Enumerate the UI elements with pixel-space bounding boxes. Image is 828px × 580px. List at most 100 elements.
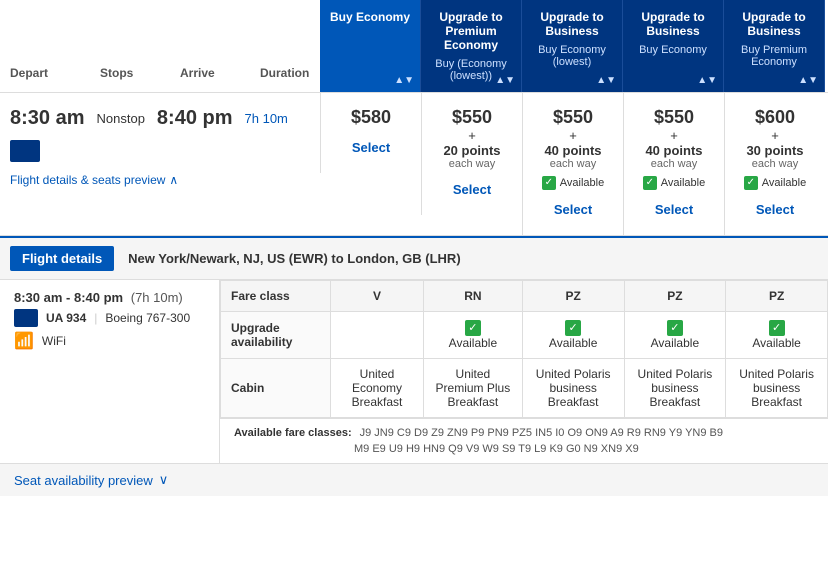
avail-fare-label: Available fare classes:	[234, 427, 352, 439]
price-cell-0: $580 Select	[320, 93, 421, 173]
avail-label-pz3: Available	[752, 336, 800, 350]
price-plus-3: +	[632, 128, 716, 143]
select-button-4[interactable]: Select	[748, 198, 802, 221]
price-each-3: each way	[632, 158, 716, 170]
seat-preview-label: Seat availability preview	[14, 473, 153, 488]
fare-class-pz1: PZ	[522, 281, 624, 312]
details-grid: Fare class V RN PZ PZ PZ Upgrade availab…	[220, 280, 828, 463]
select-button-2[interactable]: Select	[546, 198, 600, 221]
sort-arrow-1[interactable]: ▲▼	[394, 75, 414, 86]
upgrade-avail-pz1: ✓ Available	[522, 312, 624, 359]
sort-arrow-4[interactable]: ▲▼	[697, 75, 717, 86]
price-points-3: 40 points	[632, 143, 716, 158]
upgrade-avail-pz3: ✓ Available	[726, 312, 828, 359]
price-each-1: each way	[430, 158, 514, 170]
flight-details-section: Flight details New York/Newark, NJ, US (…	[0, 236, 828, 496]
avail-row-3: ✓ Available	[632, 176, 716, 190]
price-points-1: 20 points	[430, 143, 514, 158]
flight-times: 8:30 am Nonstop 8:40 pm 7h 10m	[10, 107, 310, 130]
check-green-pz3: ✓	[769, 320, 785, 336]
cabin-pz3: United Polaris business Breakfast	[726, 359, 828, 418]
seat-preview-bar[interactable]: Seat availability preview ∨	[0, 463, 828, 496]
select-button-1[interactable]: Select	[445, 178, 499, 201]
col-header-upgrade-biz-1: Upgrade to Business Buy Economy (lowest)…	[522, 0, 623, 92]
price-main-1: $550	[430, 107, 514, 128]
price-each-2: each way	[531, 158, 615, 170]
avail-text-2: Available	[560, 177, 604, 189]
wifi-label: WiFi	[42, 334, 66, 348]
stops-col-label: Stops	[100, 66, 180, 80]
upgrade-avail-rn: ✓ Available	[424, 312, 523, 359]
cabin-rn: United Premium Plus Breakfast	[424, 359, 523, 418]
price-plus-2: +	[531, 128, 615, 143]
select-button-0[interactable]: Select	[344, 136, 398, 159]
upgrade-avail-row: Upgrade availability ✓ Available ✓ Avail…	[221, 312, 828, 359]
check-green-pz1: ✓	[565, 320, 581, 336]
avail-label-rn: Available	[449, 336, 497, 350]
fare-class-pz2: PZ	[624, 281, 726, 312]
avail-label-pz2: Available	[651, 336, 699, 350]
check-icon-3: ✓	[643, 176, 657, 190]
column-headers: Depart Stops Arrive Duration Buy Economy…	[0, 0, 828, 93]
sort-arrow-5[interactable]: ▲▼	[798, 75, 818, 86]
upgrade-avail-pz2: ✓ Available	[624, 312, 726, 359]
avail-row-2: ✓ Available	[531, 176, 615, 190]
details-tab[interactable]: Flight details	[10, 246, 114, 271]
col-header-upgrade-biz-2: Upgrade to Business Buy Economy ▲▼	[623, 0, 724, 92]
duration-value: 7h 10m	[245, 111, 288, 126]
cabin-label: Cabin	[221, 359, 331, 418]
price-main-4: $600	[733, 107, 817, 128]
sort-arrow-2[interactable]: ▲▼	[495, 75, 515, 86]
fare-class-v: V	[331, 281, 424, 312]
details-route: New York/Newark, NJ, US (EWR) to London,…	[128, 251, 460, 266]
price-points-4: 30 points	[733, 143, 817, 158]
fare-class-label: Fare class	[221, 281, 331, 312]
col-header-buy-economy: Buy Economy ▲▼	[320, 0, 421, 92]
flight-meta: 8:30 am Nonstop 8:40 pm 7h 10m Flight de…	[0, 93, 320, 201]
price-cell-3: $550 + 40 points each way ✓ Available Se…	[623, 93, 724, 235]
flight-details-link[interactable]: Flight details & seats preview ∧	[10, 173, 310, 187]
price-each-4: each way	[733, 158, 817, 170]
flight-left-panel: 8:30 am - 8:40 pm (7h 10m) UA 934 | Boei…	[0, 280, 220, 463]
avail-fare-line2: M9 E9 U9 H9 HN9 Q9 V9 W9 S9 T9 L9 K9 G0 …	[234, 443, 814, 455]
col-header-upgrade-premium: Upgrade to Premium Economy Buy (Economy …	[421, 0, 522, 92]
flight-info-row: 8:30 am Nonstop 8:40 pm 7h 10m Flight de…	[0, 93, 828, 236]
chevron-down-icon: ∨	[159, 472, 169, 488]
avail-row-4: ✓ Available	[733, 176, 817, 190]
check-icon-2: ✓	[542, 176, 556, 190]
sort-arrow-3[interactable]: ▲▼	[596, 75, 616, 86]
check-icon-4: ✓	[744, 176, 758, 190]
ua-logo	[14, 309, 38, 327]
avail-fare-line1: J9 JN9 C9 D9 Z9 ZN9 P9 PN9 PZ5 IN5 I0 O9…	[360, 427, 723, 439]
price-main-0: $580	[329, 107, 413, 128]
cabin-v: United Economy Breakfast	[331, 359, 424, 418]
col-header-upgrade-biz-3: Upgrade to Business Buy Premium Economy …	[724, 0, 825, 92]
check-green-rn: ✓	[465, 320, 481, 336]
arrive-time: 8:40 pm	[157, 107, 233, 130]
avail-label-pz1: Available	[549, 336, 597, 350]
select-button-3[interactable]: Select	[647, 198, 701, 221]
price-points-2: 40 points	[531, 143, 615, 158]
duration-col-label: Duration	[260, 66, 310, 80]
price-main-2: $550	[531, 107, 615, 128]
aircraft-type: Boeing 767-300	[105, 311, 190, 325]
price-plus-4: +	[733, 128, 817, 143]
price-cell-1: $550 + 20 points each way Select	[421, 93, 522, 215]
avail-text-3: Available	[661, 177, 705, 189]
available-fare-classes: Available fare classes: J9 JN9 C9 D9 Z9 …	[220, 418, 828, 463]
price-cell-2: $550 + 40 points each way ✓ Available Se…	[522, 93, 623, 235]
check-green-pz2: ✓	[667, 320, 683, 336]
price-cell-4: $600 + 30 points each way ✓ Available Se…	[724, 93, 825, 235]
price-main-3: $550	[632, 107, 716, 128]
wifi-row: 📶 WiFi	[14, 331, 205, 351]
flight-time-range: 8:30 am - 8:40 pm (7h 10m)	[14, 290, 205, 305]
cabin-pz1: United Polaris business Breakfast	[522, 359, 624, 418]
price-plus-1: +	[430, 128, 514, 143]
upgrade-avail-v	[331, 312, 424, 359]
chevron-up-icon: ∧	[169, 173, 178, 187]
details-header: Flight details New York/Newark, NJ, US (…	[0, 238, 828, 280]
fare-class-rn: RN	[424, 281, 523, 312]
fare-class-pz3: PZ	[726, 281, 828, 312]
airline-logo	[10, 140, 40, 162]
wifi-icon: 📶	[14, 331, 34, 351]
